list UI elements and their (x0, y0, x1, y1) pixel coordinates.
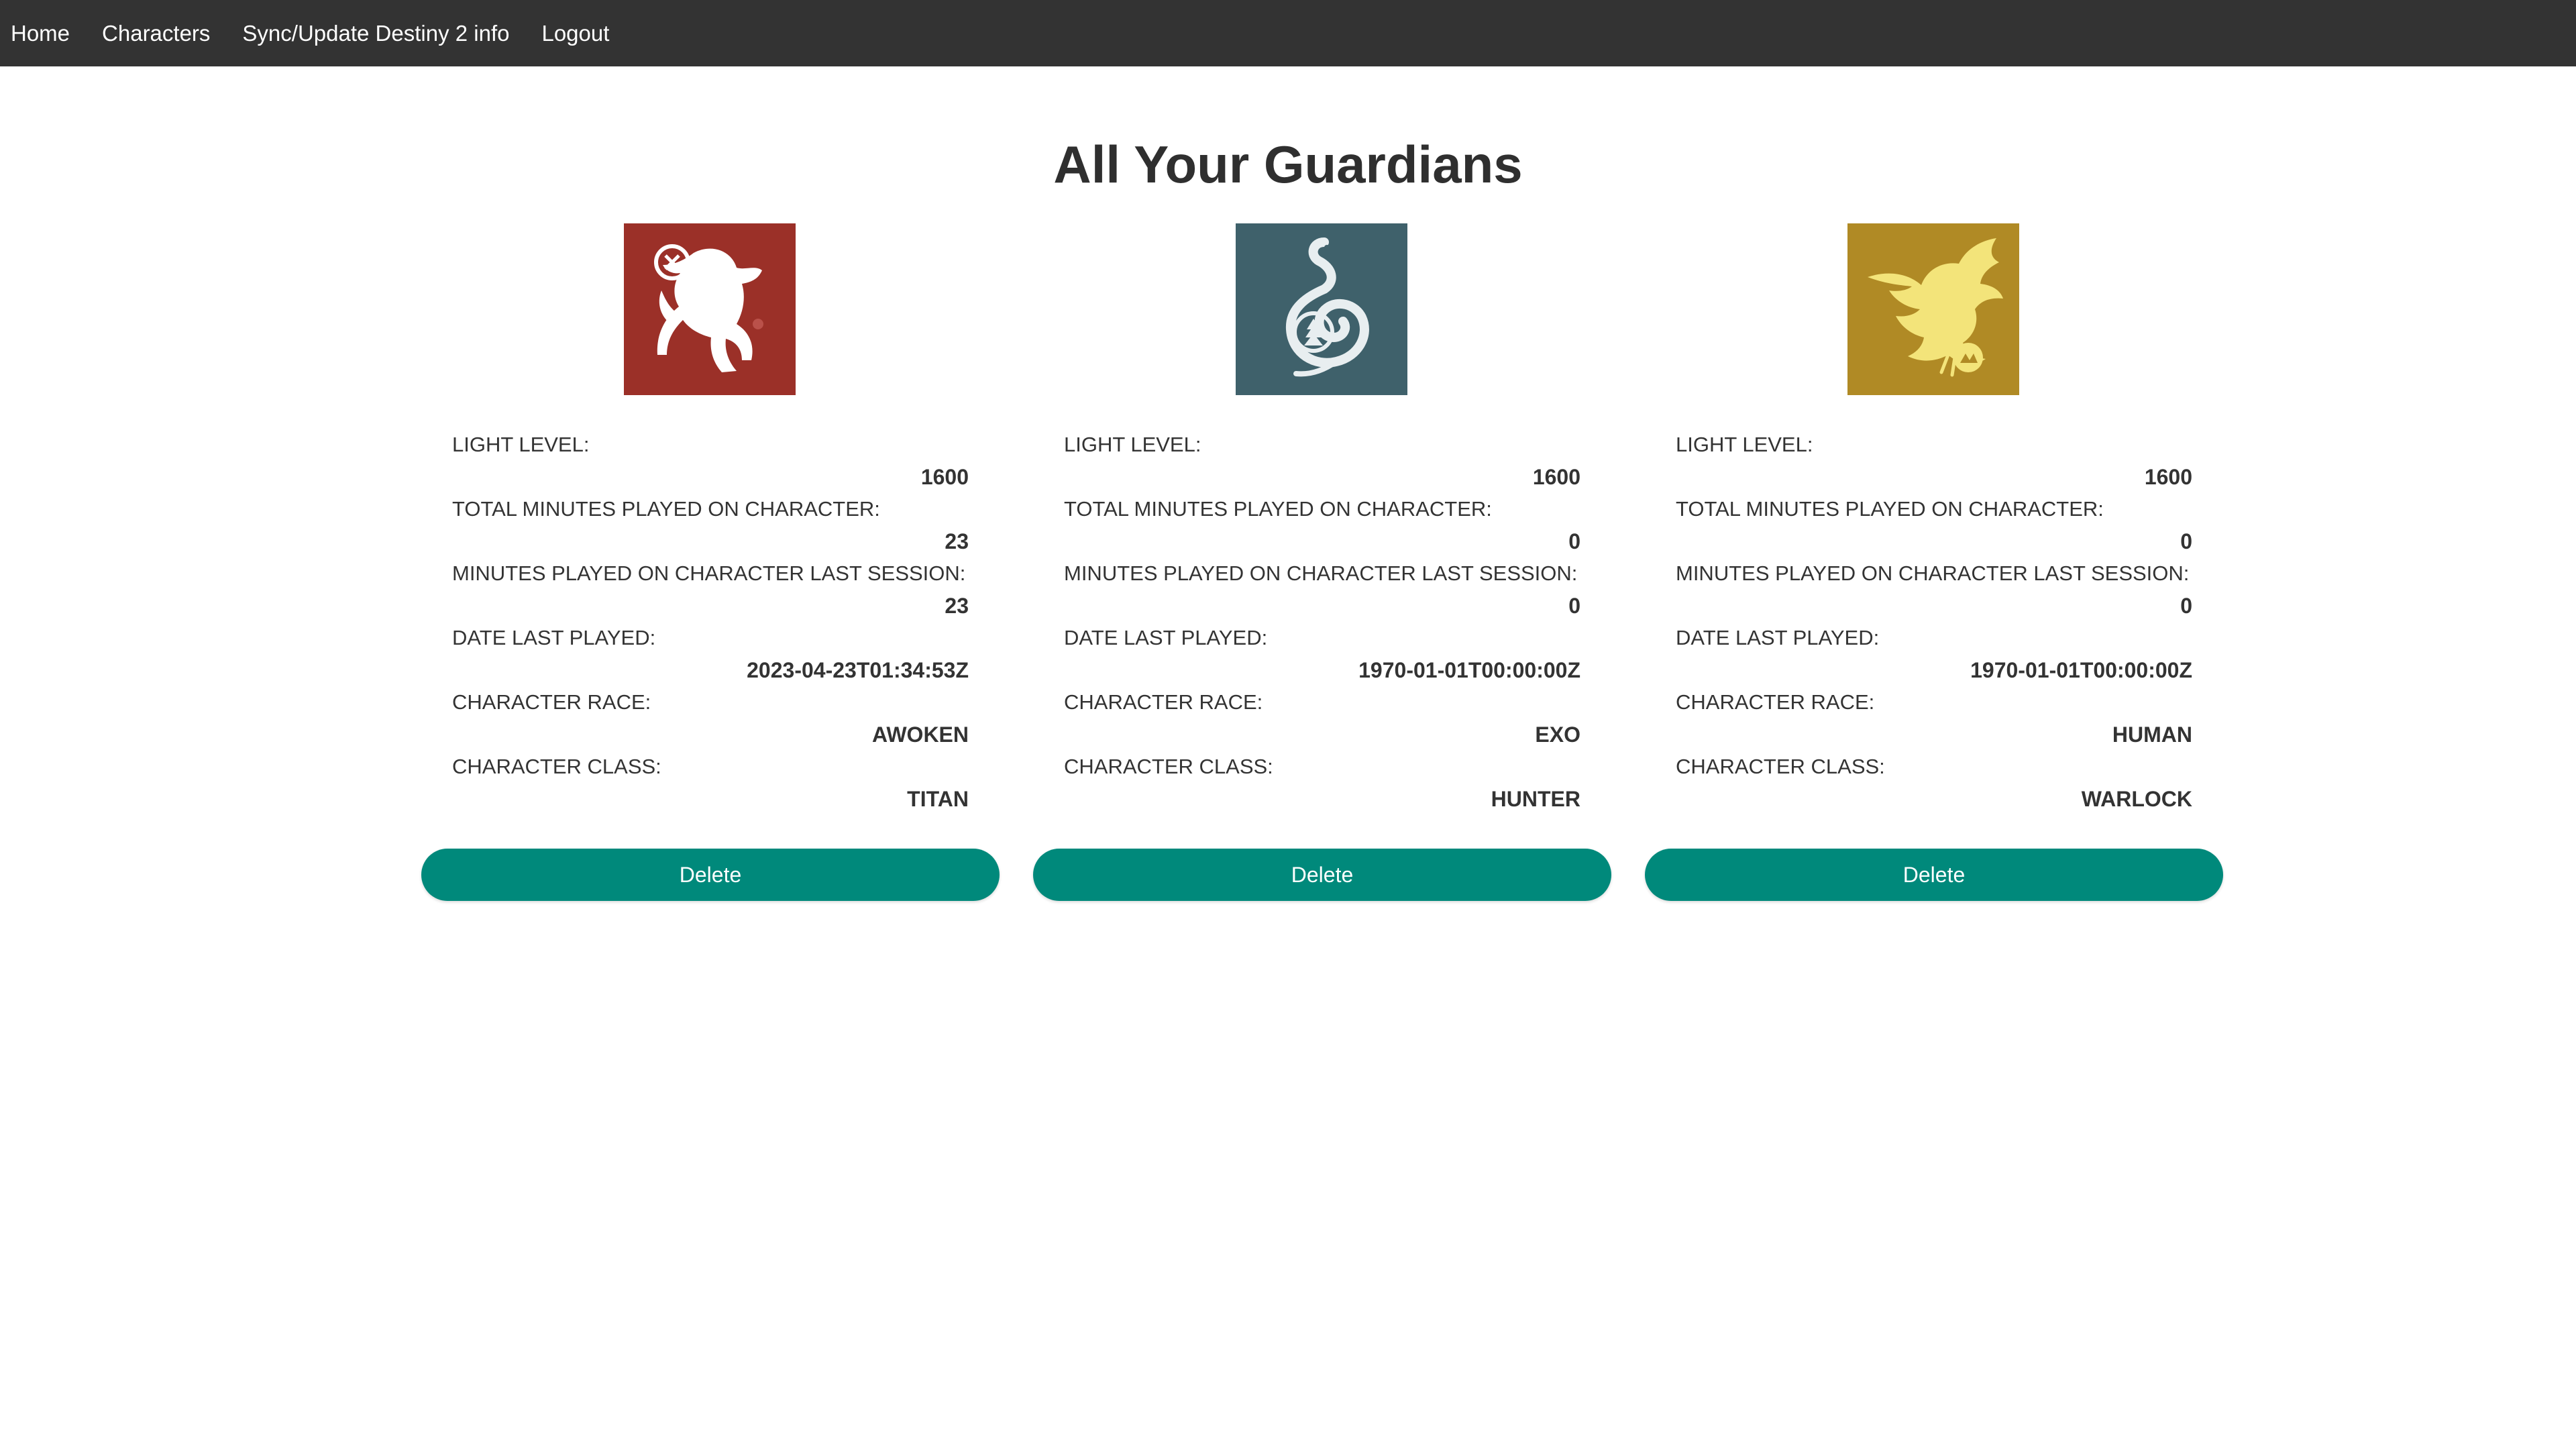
class-value: HUNTER (1491, 787, 1580, 811)
total-minutes-value: 0 (2180, 529, 2192, 553)
eagle-emblem-icon (1847, 223, 2019, 395)
total-minutes-value: 0 (1568, 529, 1580, 553)
light-level-value: 1600 (1532, 465, 1580, 489)
light-level-label: LIGHT LEVEL: (1064, 433, 1201, 456)
total-minutes-value: 23 (945, 529, 969, 553)
date-last-played-value: 1970-01-01T00:00:00Z (1970, 658, 2192, 682)
total-minutes-label: TOTAL MINUTES PLAYED ON CHARACTER: (1064, 497, 1492, 521)
nav-sync-link[interactable]: Sync/Update Destiny 2 info (242, 21, 509, 46)
date-last-played-value: 1970-01-01T00:00:00Z (1358, 658, 1580, 682)
date-last-played-label: DATE LAST PLAYED: (452, 626, 656, 649)
nav-characters-link[interactable]: Characters (102, 21, 210, 46)
light-level-label: LIGHT LEVEL: (452, 433, 590, 456)
class-label: CHARACTER CLASS: (1676, 755, 1885, 778)
top-navbar: Home Characters Sync/Update Destiny 2 in… (0, 0, 2576, 66)
date-last-played-value: 2023-04-23T01:34:53Z (747, 658, 969, 682)
page-title: All Your Guardians (1053, 135, 1523, 194)
total-minutes-label: TOTAL MINUTES PLAYED ON CHARACTER: (1676, 497, 2104, 521)
lion-rampant-emblem-icon (624, 223, 796, 395)
delete-character-button[interactable]: Delete (421, 849, 1000, 901)
light-level-label: LIGHT LEVEL: (1676, 433, 1813, 456)
class-value: TITAN (907, 787, 969, 811)
character-stats: LIGHT LEVEL: 1600 TOTAL MINUTES PLAYED O… (1676, 429, 2192, 815)
race-label: CHARACTER RACE: (1676, 690, 1875, 714)
light-level-value: 1600 (920, 465, 969, 489)
race-value: AWOKEN (872, 722, 969, 747)
nav-home-link[interactable]: Home (11, 21, 70, 46)
nav-logout-link[interactable]: Logout (541, 21, 609, 46)
last-session-value: 23 (945, 594, 969, 618)
last-session-value: 0 (1568, 594, 1580, 618)
class-label: CHARACTER CLASS: (1064, 755, 1273, 778)
last-session-label: MINUTES PLAYED ON CHARACTER LAST SESSION… (1676, 561, 2190, 585)
character-stats: LIGHT LEVEL: 1600 TOTAL MINUTES PLAYED O… (452, 429, 969, 815)
delete-character-button[interactable]: Delete (1645, 849, 2223, 901)
date-last-played-label: DATE LAST PLAYED: (1064, 626, 1268, 649)
character-cards: LIGHT LEVEL: 1600 TOTAL MINUTES PLAYED O… (0, 223, 2576, 961)
race-label: CHARACTER RACE: (452, 690, 651, 714)
race-label: CHARACTER RACE: (1064, 690, 1263, 714)
last-session-label: MINUTES PLAYED ON CHARACTER LAST SESSION… (1064, 561, 1578, 585)
delete-character-button[interactable]: Delete (1033, 849, 1611, 901)
class-value: WARLOCK (2081, 787, 2192, 811)
last-session-value: 0 (2180, 594, 2192, 618)
last-session-label: MINUTES PLAYED ON CHARACTER LAST SESSION… (452, 561, 966, 585)
light-level-value: 1600 (2144, 465, 2192, 489)
race-value: HUMAN (2112, 722, 2192, 747)
total-minutes-label: TOTAL MINUTES PLAYED ON CHARACTER: (452, 497, 880, 521)
class-label: CHARACTER CLASS: (452, 755, 661, 778)
race-value: EXO (1535, 722, 1580, 747)
date-last-played-label: DATE LAST PLAYED: (1676, 626, 1880, 649)
character-stats: LIGHT LEVEL: 1600 TOTAL MINUTES PLAYED O… (1064, 429, 1580, 815)
serpent-emblem-icon (1236, 223, 1407, 395)
